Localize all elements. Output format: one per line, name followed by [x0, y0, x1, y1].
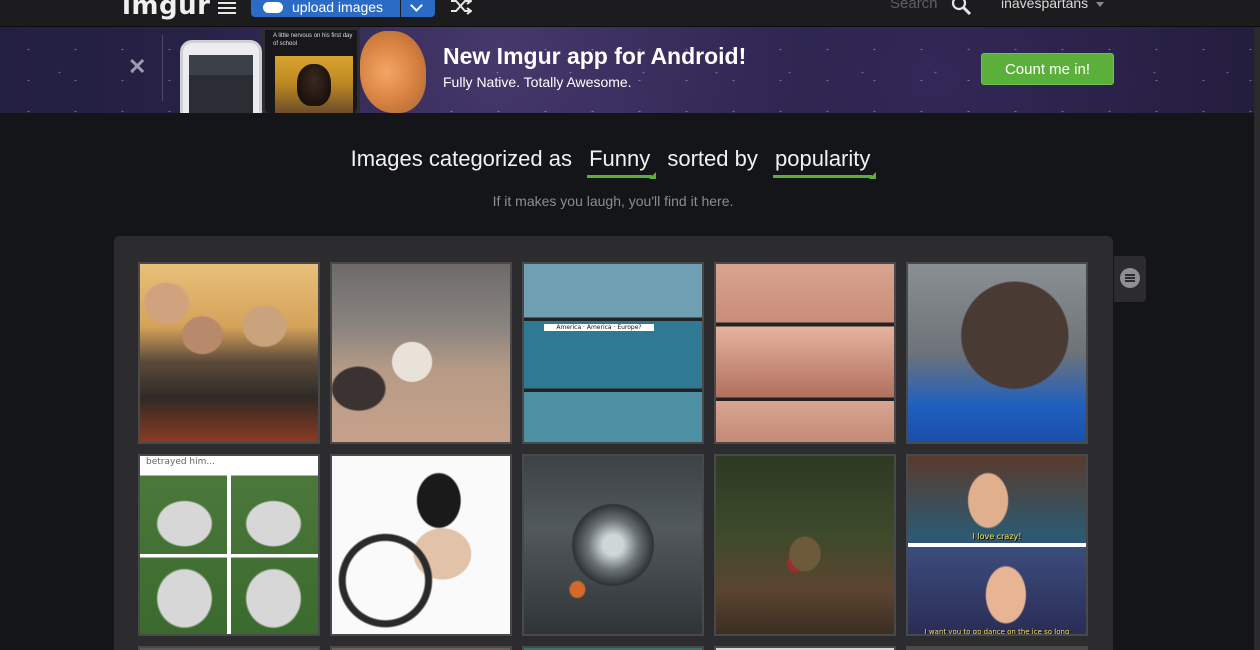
upload-images-button[interactable]: upload images: [251, 0, 400, 17]
category-dropdown[interactable]: Funny: [587, 146, 657, 179]
gallery-thumbnail[interactable]: [906, 262, 1088, 444]
frozen-caption: I love crazy!: [972, 532, 1022, 541]
android-app-banner: ✕ A little nervous on his first day of s…: [0, 27, 1254, 113]
thumb-selfie-glasses: [908, 264, 1086, 442]
comic-caption: America · America · Europe?: [544, 324, 654, 331]
thumb-caption: betrayed him...: [146, 457, 215, 467]
gallery-thumbnail[interactable]: [138, 262, 320, 444]
gallery-thumbnail[interactable]: America · America · Europe?: [522, 262, 704, 444]
heading-prefix: Images categorized as: [350, 146, 572, 171]
banner-subtitle: Fully Native. Totally Awesome.: [443, 74, 632, 90]
gallery-thumbnail[interactable]: [714, 262, 896, 444]
thumb-alien-comic: [524, 264, 702, 442]
cat-illustration: [360, 31, 426, 113]
count-me-in-button[interactable]: Count me in!: [981, 53, 1114, 85]
gallery-thumbnail[interactable]: [714, 454, 896, 636]
search-icon[interactable]: [951, 0, 973, 15]
thumb-ufo-water: [524, 456, 702, 634]
thumb-forest-man: [716, 456, 894, 634]
gallery-thumbnail[interactable]: [906, 646, 1088, 650]
heading-middle: sorted by: [667, 146, 758, 171]
thumb-wheelchair: [332, 456, 510, 634]
gallery-thumbnail[interactable]: I love crazy! I want you to go dance on …: [906, 454, 1088, 636]
thumb-poker-friends: [140, 264, 318, 442]
scrollbar[interactable]: [1254, 27, 1260, 650]
phone-illustration-dog: A little nervous on his first day of sch…: [262, 27, 360, 113]
top-navbar: imgur upload images Search inavespartans: [0, 0, 1260, 27]
category-description: If it makes you laugh, you'll find it he…: [492, 193, 734, 209]
thumb-old-man-cane: [332, 264, 510, 442]
close-icon[interactable]: ✕: [128, 56, 148, 78]
gallery-thumbnail[interactable]: [138, 646, 320, 650]
divider: [162, 35, 163, 101]
gallery-thumbnail[interactable]: [522, 646, 704, 650]
upload-images-label: upload images: [292, 0, 384, 15]
frozen-bottom-caption: I want you to go dance on the ice so lon…: [924, 628, 1070, 636]
gallery-thumbnail[interactable]: [330, 262, 512, 444]
shuffle-icon[interactable]: [450, 0, 472, 15]
banner-title: New Imgur app for Android!: [443, 43, 747, 69]
gallery-thumbnail[interactable]: [330, 454, 512, 636]
phone-illustration: [180, 40, 262, 113]
caret-down-icon[interactable]: [1096, 2, 1104, 7]
search-input[interactable]: Search: [890, 0, 938, 12]
comments-toggle[interactable]: [1114, 256, 1146, 302]
gallery-thumbnail[interactable]: [714, 646, 896, 650]
thumb-husky-grid: [140, 456, 318, 634]
imgur-logo[interactable]: imgur: [122, 0, 210, 21]
gallery-thumbnail[interactable]: [330, 646, 512, 650]
cloud-upload-icon: [263, 2, 283, 13]
gallery-thumbnail[interactable]: betrayed him...: [138, 454, 320, 636]
username-menu[interactable]: inavespartans: [1001, 0, 1088, 11]
menu-icon[interactable]: [218, 0, 236, 14]
sort-dropdown[interactable]: popularity: [772, 146, 877, 179]
comment-icon: [1120, 268, 1140, 288]
upload-dropdown-button[interactable]: [401, 0, 435, 17]
phone-caption: A little nervous on his first day of sch…: [273, 33, 353, 47]
thumb-frozen-prince: [908, 456, 1086, 634]
gallery-heading: Images categorized as Funny sorted by po…: [0, 146, 1224, 179]
chevron-down-icon: [410, 0, 423, 12]
gallery-thumbnail[interactable]: [522, 454, 704, 636]
thumb-comic-woman: [716, 264, 894, 442]
